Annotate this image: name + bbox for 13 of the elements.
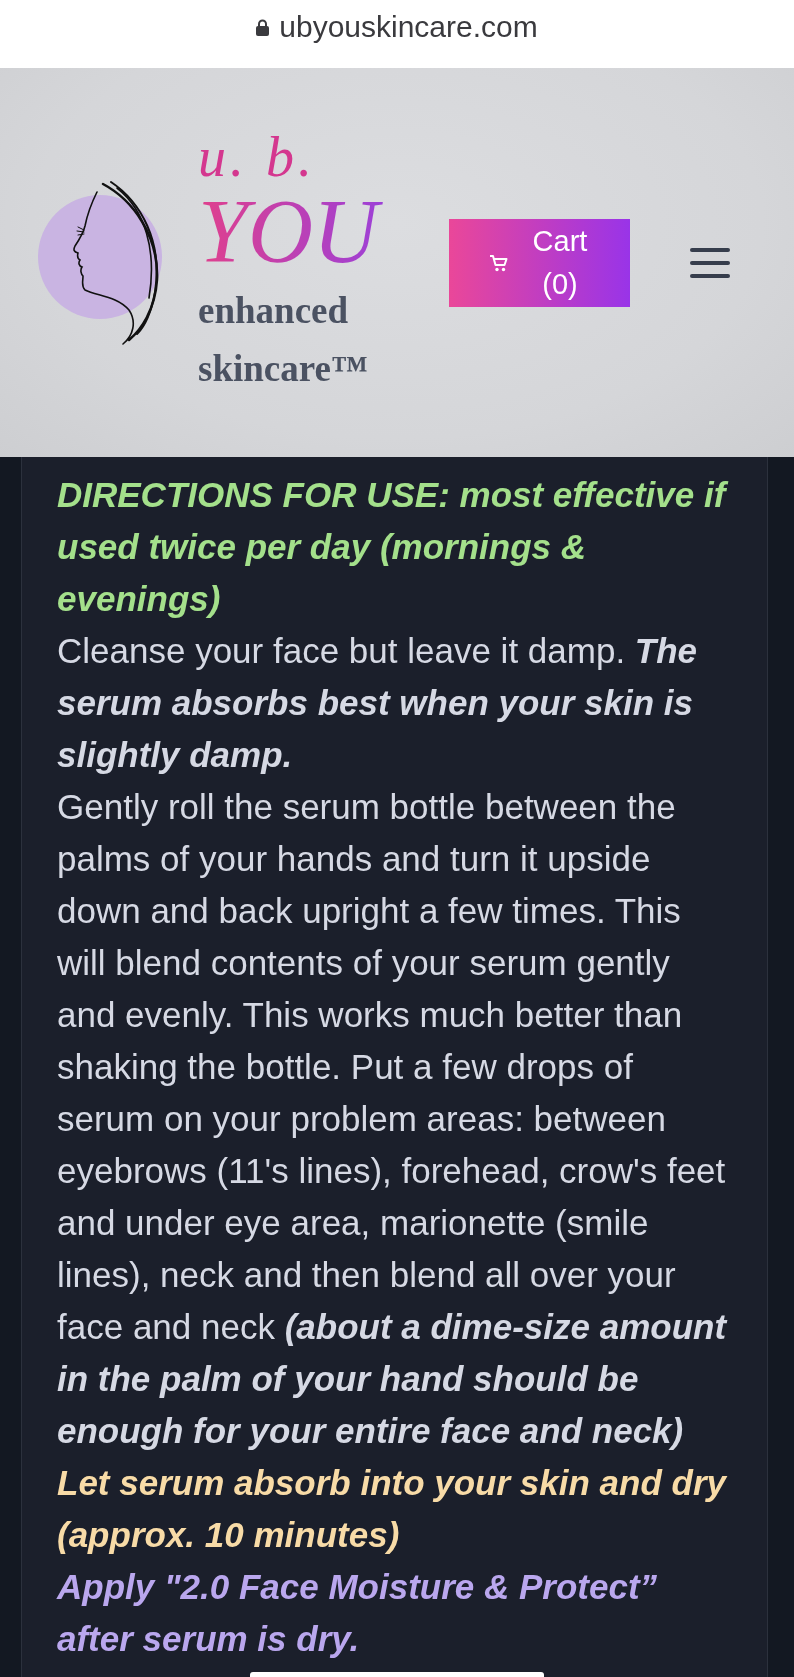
cart-icon xyxy=(489,253,509,272)
brand-tagline: enhanced skincare™ xyxy=(198,288,369,391)
instruction-text: Cleanse your face but leave it damp. The serum absorbs best when your skin is slightly damp. xyxy=(57,630,699,776)
brand-initials: u. b. xyxy=(198,127,316,186)
lock-icon xyxy=(256,18,270,36)
instruction-text: Let serum absorb into your skin and dry (approx. 10 minutes) xyxy=(57,1462,728,1556)
menu-icon[interactable] xyxy=(690,247,730,278)
cart-button[interactable]: Cart (0) xyxy=(449,218,630,307)
address-bar[interactable]: ubyouskincare.com xyxy=(256,9,538,45)
instruction-text: Gently roll the serum bottle between the palms of your hands and turn it upside down and back upright a few times. This will blend contents of your serum gently and evenly. This works much better than shaking the bottle. Put a few drops of serum on your problem areas: between eyebrows (11's lines), forehead, crow's feet and under eye area, marionette (smile lines), neck and then blend all over your face and neck (about a dime-size amount in the palm of your hand should be enough for your entire face and neck) xyxy=(57,786,729,1452)
instruction-text: DIRECTIONS FOR USE: most effective if used twice per day (mornings & evenings) xyxy=(57,469,737,625)
profile-silhouette-icon[interactable] xyxy=(37,179,163,346)
instruction-text: Apply "2.0 Face Moisture & Protect” after serum is dry. xyxy=(57,1566,659,1660)
